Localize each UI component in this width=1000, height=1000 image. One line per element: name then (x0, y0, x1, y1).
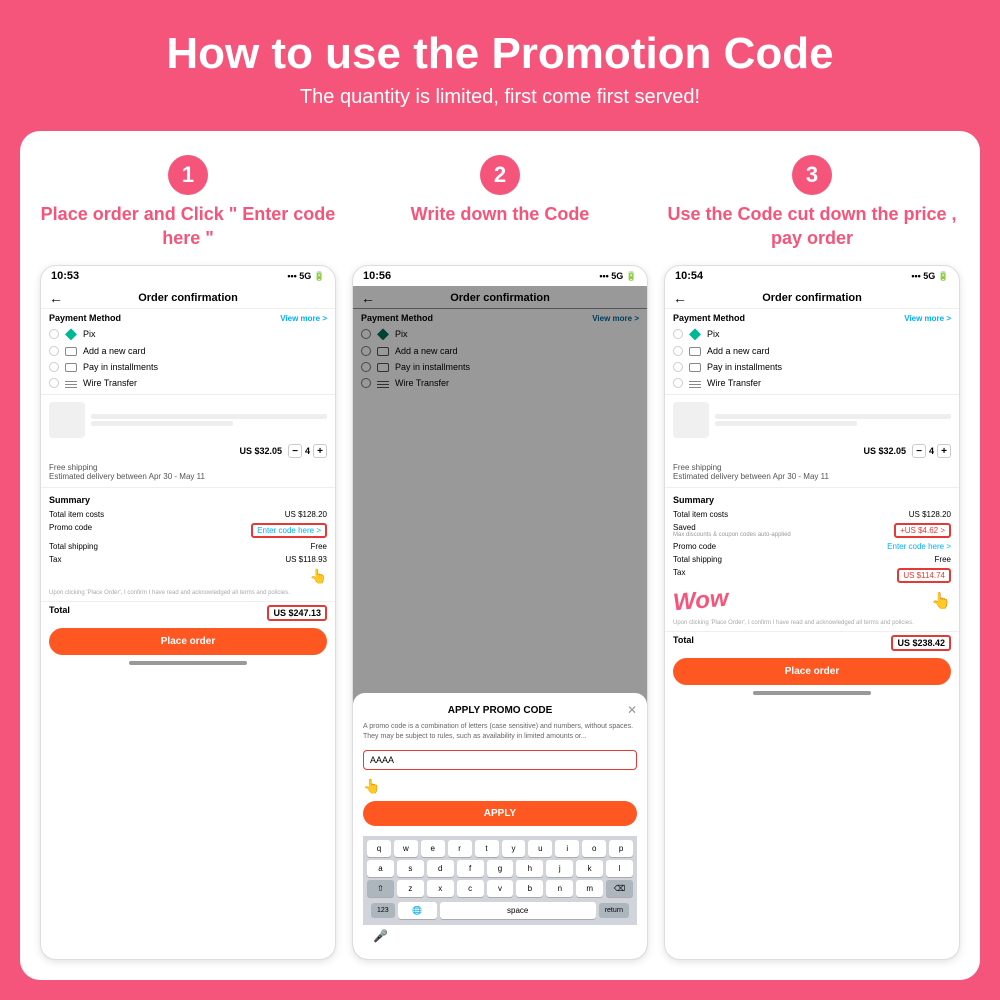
product-row-3 (665, 398, 959, 442)
promo-row-3: Promo code Enter code here > (673, 540, 951, 553)
card-option-1: Add a new card (41, 343, 335, 359)
total-value-3: US $238.42 (891, 635, 951, 651)
page-subtitle: The quantity is limited, first come firs… (300, 86, 700, 109)
hand-area-2: 👆 (363, 778, 637, 795)
order-header-3: ← Order confirmation (665, 286, 959, 309)
qty-control-1: − 4 + (288, 444, 327, 458)
signal-2: ••• 5G 🔋 (599, 271, 637, 282)
keyboard-bottom: 123 🌐 space return (367, 900, 633, 921)
total-row-3: Total US $238.42 (665, 631, 959, 654)
home-bar-3 (753, 691, 871, 695)
summary-section-1: Summary Total item costs US $128.20 Prom… (41, 491, 335, 566)
mic-icon: 🎤 (373, 929, 388, 943)
tax-row-3: Tax US $114.74 (673, 566, 951, 585)
back-arrow-1: ← (49, 290, 63, 306)
product-thumb-3 (673, 402, 709, 438)
saved-value: +US $4.62 > (894, 523, 951, 538)
shipping-3: Free shipping Estimated delivery between… (665, 460, 959, 484)
product-thumb-1 (49, 402, 85, 438)
apply-btn[interactable]: APPLY (363, 801, 637, 826)
tax-row-1: Tax US $118.93 (49, 553, 327, 566)
step-number-1: 1 (168, 155, 208, 195)
shipping-row-1: Total shipping Free (49, 540, 327, 553)
price-row-1: US $32.05 − 4 + (41, 442, 335, 460)
signal-3: ••• 5G 🔋 (911, 271, 949, 282)
pix-icon-1 (65, 328, 77, 340)
promo-modal: APPLY PROMO CODE ✕ A promo code is a com… (353, 693, 647, 959)
step-label-3: Use the Code cut down the price , pay or… (664, 203, 960, 253)
step-1: 1 Place order and Click " Enter code her… (40, 155, 336, 960)
enter-code-highlight[interactable]: Enter code here > (251, 523, 327, 538)
step-number-3: 3 (792, 155, 832, 195)
phone-mockup-2: 10:56 ••• 5G 🔋 ← Order confirmation Paym… (352, 265, 648, 960)
pix-option-1: Pix (41, 325, 335, 343)
cursor-icon-2: 👆 (363, 778, 380, 795)
cursor-icon-1: 👆 (310, 568, 327, 585)
keyboard-row-3: ⇧ z x c v b n m ⌫ (367, 880, 633, 897)
place-order-btn-3[interactable]: Place order (673, 658, 951, 685)
product-row-1 (41, 398, 335, 442)
status-bar-2: 10:56 ••• 5G 🔋 (353, 266, 647, 286)
promo-row-1: Promo code Enter code here > (49, 521, 327, 540)
radio-4 (49, 378, 59, 388)
wow-text: Wow (672, 585, 730, 618)
wow-area: Wow 👆 (665, 585, 959, 617)
step-number-2: 2 (480, 155, 520, 195)
home-bar-1 (129, 661, 247, 665)
product-info-1 (91, 414, 327, 426)
modal-title: APPLY PROMO CODE (363, 705, 637, 716)
wire-icon-1 (65, 379, 77, 388)
phone-content-3: ← Order confirmation Payment Method View… (665, 286, 959, 959)
card-icon-1 (65, 347, 77, 356)
mic-row: 🎤 (363, 925, 637, 947)
shipping-1: Free shipping Estimated delivery between… (41, 460, 335, 484)
saved-row: Saved Max discounts & coupon codes auto-… (673, 521, 951, 540)
terms-1: Upon clicking 'Place Order', I confirm I… (41, 587, 335, 601)
installment-icon-1 (65, 363, 77, 372)
hand-area-1: 👆 (41, 566, 335, 587)
total-row-1: Total US $247.13 (41, 601, 335, 624)
step-2: 2 Write down the Code 10:56 ••• 5G 🔋 ← O… (352, 155, 648, 960)
status-bar-1: 10:53 ••• 5G 🔋 (41, 266, 335, 286)
payment-label-3: Payment Method View more > (665, 309, 959, 325)
step-label-2: Write down the Code (411, 203, 590, 253)
tax-highlight-3: US $114.74 (897, 568, 951, 583)
installment-option-1: Pay in installments (41, 359, 335, 375)
status-bar-3: 10:54 ••• 5G 🔋 (665, 266, 959, 286)
price-row-3: US $32.05 − 4 + (665, 442, 959, 460)
modal-close-icon[interactable]: ✕ (627, 703, 637, 717)
time-3: 10:54 (675, 270, 703, 282)
page-title: How to use the Promotion Code (166, 30, 833, 78)
promo-input-row: AAAA (363, 750, 637, 770)
total-value-1: US $247.13 (267, 605, 327, 621)
wire-option-1: Wire Transfer (41, 375, 335, 391)
phone-mockup-1: 10:53 ••• 5G 🔋 ← Order confirmation Paym… (40, 265, 336, 960)
steps-container: 1 Place order and Click " Enter code her… (20, 131, 980, 980)
radio-3 (49, 362, 59, 372)
main-container: How to use the Promotion Code The quanti… (0, 0, 1000, 1000)
step-label-1: Place order and Click " Enter code here … (40, 203, 336, 253)
keyboard-row-2: a s d f g h j k l (367, 860, 633, 877)
time-2: 10:56 (363, 270, 391, 282)
phone-mockup-3: 10:54 ••• 5G 🔋 ← Order confirmation Paym… (664, 265, 960, 960)
radio-1 (49, 329, 59, 339)
keyboard-row-1: q w e r t y u i o p (367, 840, 633, 857)
keyboard: q w e r t y u i o p (363, 836, 637, 925)
order-header-1: ← Order confirmation (41, 286, 335, 309)
total-item-row-1: Total item costs US $128.20 (49, 508, 327, 521)
radio-2 (49, 346, 59, 356)
time-1: 10:53 (51, 270, 79, 282)
signal-1: ••• 5G 🔋 (287, 271, 325, 282)
phone-content-1: ← Order confirmation Payment Method View… (41, 286, 335, 959)
total-item-row-3: Total item costs US $128.20 (673, 508, 951, 521)
payment-label-1: Payment Method View more > (41, 309, 335, 325)
modal-desc: A promo code is a combination of letters… (363, 722, 637, 742)
cursor-icon-3: 👆 (931, 591, 951, 611)
step-3: 3 Use the Code cut down the price , pay … (664, 155, 960, 960)
place-order-btn-1[interactable]: Place order (49, 628, 327, 655)
shipping-row-3: Total shipping Free (673, 553, 951, 566)
summary-section-3: Summary Total item costs US $128.20 Save… (665, 491, 959, 585)
phone-relative-2: ← Order confirmation Payment Method View… (353, 286, 647, 959)
